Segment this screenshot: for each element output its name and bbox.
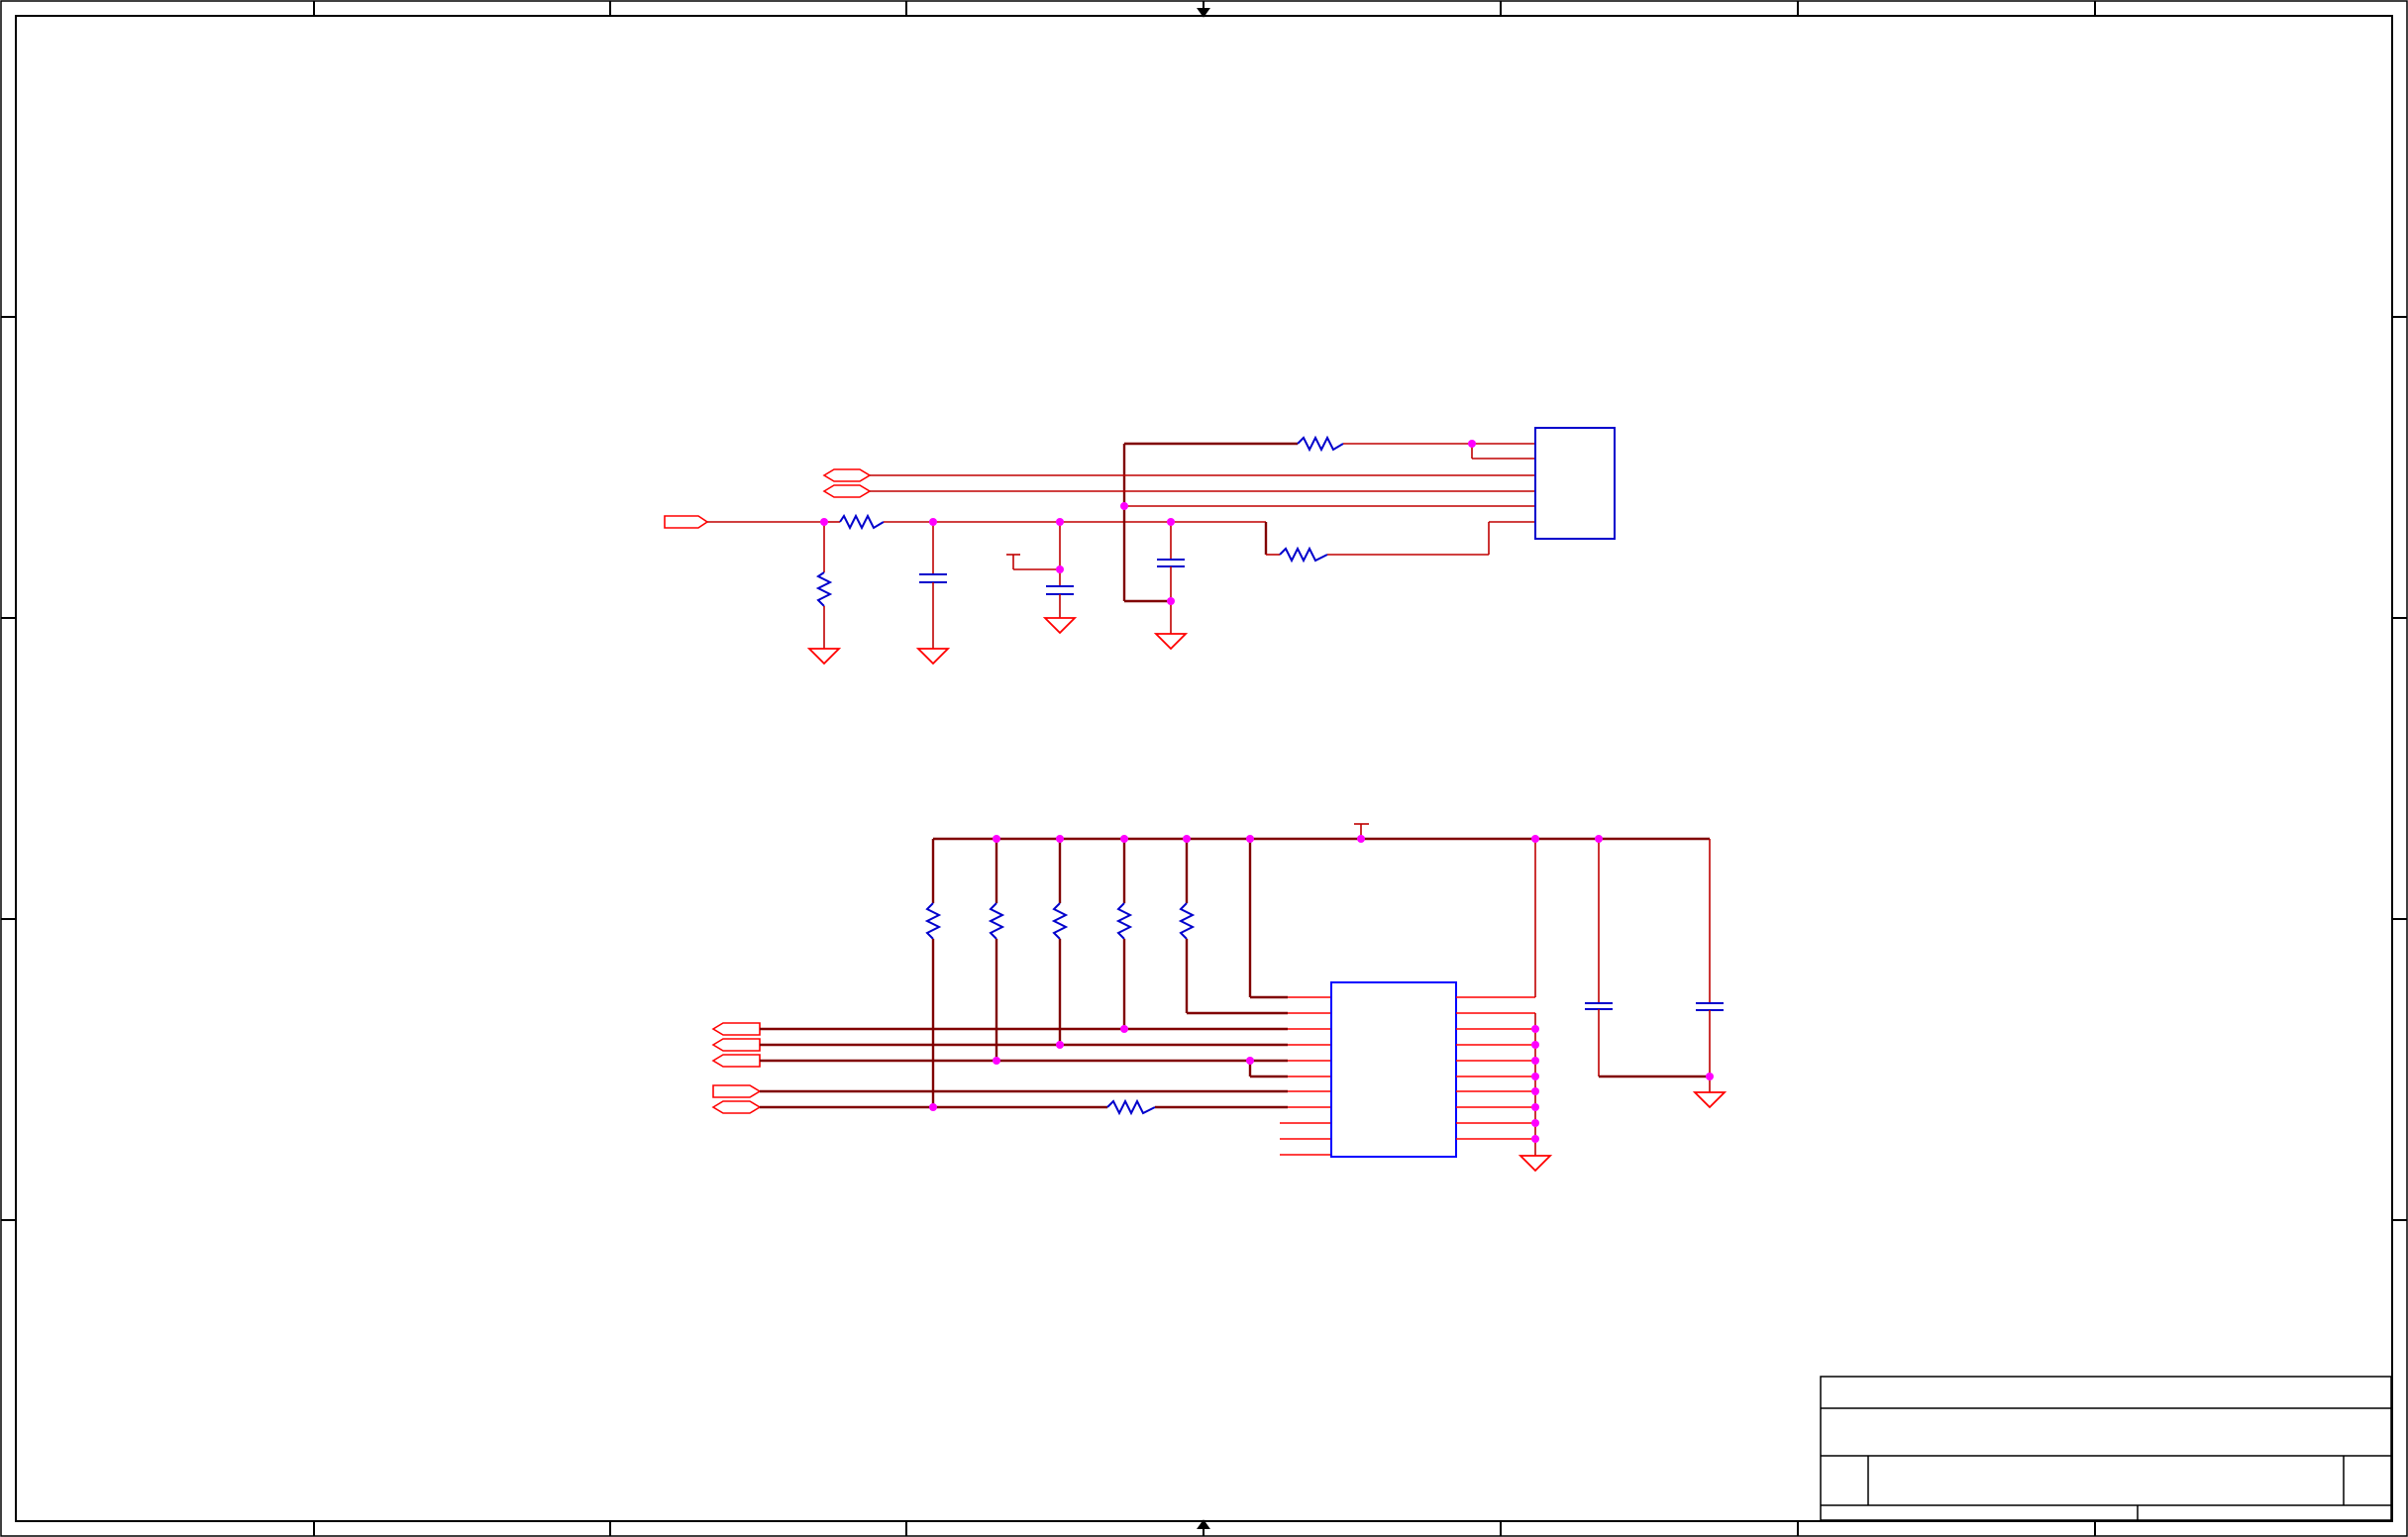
- pullup-resistor-4: [1115, 902, 1133, 940]
- title-block: [1820, 1376, 2392, 1521]
- main-ic: [1330, 981, 1457, 1158]
- center-arrow-top-icon: [1197, 1, 1210, 18]
- signal-port-3[interactable]: [711, 1054, 761, 1068]
- ground-icon: [1692, 1091, 1727, 1109]
- connector-header: [1534, 427, 1616, 540]
- sheet-frame: [0, 0, 2408, 1537]
- input-port[interactable]: [664, 515, 709, 529]
- pullup-resistor-2: [988, 902, 1005, 940]
- bidir-port-2[interactable]: [822, 484, 872, 498]
- signal-port-1[interactable]: [711, 1022, 761, 1036]
- upper-circuit: [664, 427, 1616, 666]
- signal-port-2[interactable]: [711, 1038, 761, 1052]
- ground-icon: [1153, 633, 1189, 651]
- pulldown-resistor: [815, 571, 833, 607]
- signal-port-5[interactable]: [711, 1100, 762, 1114]
- top-resistor: [1297, 435, 1344, 453]
- pullup-resistor-5: [1178, 902, 1196, 940]
- ground-icon: [1518, 1155, 1553, 1173]
- lower-circuit: [711, 823, 1727, 1173]
- ground-icon: [806, 648, 842, 666]
- pullup-resistor-3: [1051, 902, 1069, 940]
- bidir-port-1[interactable]: [822, 468, 872, 482]
- pullup-resistor-1: [924, 902, 942, 940]
- center-arrow-bottom-icon: [1197, 1519, 1210, 1536]
- ground-icon: [915, 648, 951, 666]
- series-resistor-lower: [1106, 1098, 1156, 1116]
- signal-port-4[interactable]: [712, 1084, 762, 1098]
- feedback-resistor: [1279, 546, 1328, 564]
- schematic-sheet: [0, 0, 2408, 1537]
- series-resistor: [839, 513, 885, 531]
- ground-icon: [1042, 617, 1078, 635]
